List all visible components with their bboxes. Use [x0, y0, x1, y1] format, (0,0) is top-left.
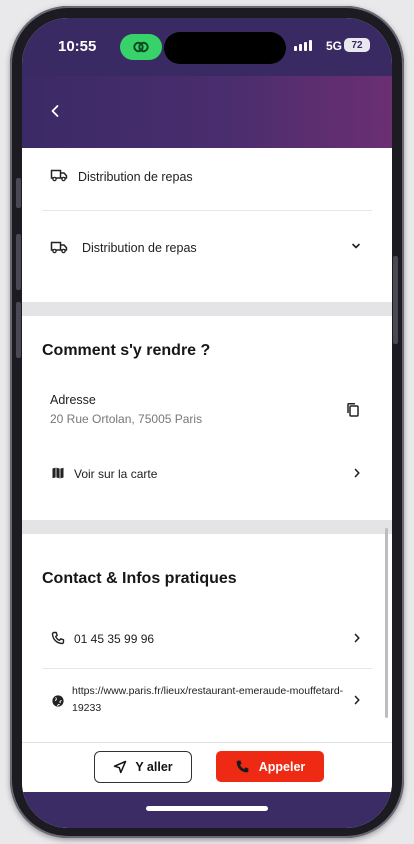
divider: [42, 210, 372, 211]
phone-button: [16, 178, 21, 208]
service-label: Distribution de repas: [78, 170, 193, 184]
section-separator: [22, 520, 392, 534]
service-dropdown[interactable]: Distribution de repas: [22, 224, 392, 272]
back-button[interactable]: [42, 98, 68, 124]
phone-icon: [51, 631, 65, 645]
scrollbar[interactable]: [385, 528, 388, 718]
section-separator: [22, 302, 392, 316]
call-button-label: Appeler: [258, 759, 306, 774]
link-icon: [133, 41, 149, 53]
service-label: Distribution de repas: [82, 241, 197, 255]
website-url: https://www.paris.fr/lieux/restaurant-em…: [72, 685, 344, 714]
chevron-right-icon: [352, 694, 362, 706]
dynamic-island: [164, 32, 286, 64]
chevron-down-icon: [350, 241, 362, 251]
map-link[interactable]: Voir sur la carte: [22, 456, 392, 490]
truck-icon: [50, 168, 68, 182]
service-item: Distribution de repas: [22, 148, 392, 208]
phone-link[interactable]: 01 45 35 99 96: [22, 622, 392, 654]
address-value: 20 Rue Ortolan, 75005 Paris: [50, 412, 203, 426]
chevron-right-icon: [352, 467, 362, 479]
status-bar: 10:55 5G 72: [22, 18, 392, 76]
contact-title: Contact & Infos pratiques: [42, 570, 237, 587]
battery-level: 72: [351, 39, 363, 51]
call-button[interactable]: Appeler: [216, 751, 324, 782]
signal-icon: [294, 40, 312, 51]
map-link-label: Voir sur la carte: [74, 467, 158, 481]
address-label: Adresse: [50, 393, 96, 407]
battery-icon: 72: [344, 38, 370, 52]
phone-icon: [236, 760, 249, 773]
truck-icon: [50, 240, 68, 254]
phone-button: [16, 302, 21, 358]
screen: 10:55 5G 72 Distribution de repas Distri…: [22, 18, 392, 828]
chevron-right-icon: [352, 632, 362, 644]
phone-button: [393, 256, 398, 344]
directions-title: Comment s'y rendre ?: [42, 342, 211, 359]
divider: [42, 668, 372, 669]
app-header: [22, 76, 392, 148]
map-icon: [51, 466, 65, 480]
globe-icon: [51, 694, 65, 708]
network-type: 5G: [325, 39, 342, 53]
phone-number: 01 45 35 99 96: [74, 632, 155, 646]
scroll-content[interactable]: Distribution de repas Distribution de re…: [22, 148, 392, 742]
status-time: 10:55: [58, 38, 97, 55]
copy-icon[interactable]: [346, 402, 360, 418]
go-button[interactable]: Y aller: [94, 751, 192, 783]
action-bar: Y aller Appeler: [22, 742, 392, 793]
active-app-indicator: [120, 34, 162, 60]
phone-button: [16, 234, 21, 290]
navigation-arrow-icon: [114, 760, 127, 774]
system-nav-bar: [22, 792, 392, 828]
back-chevron-icon: [51, 105, 59, 117]
home-indicator[interactable]: [146, 806, 268, 811]
go-button-label: Y aller: [135, 760, 173, 774]
